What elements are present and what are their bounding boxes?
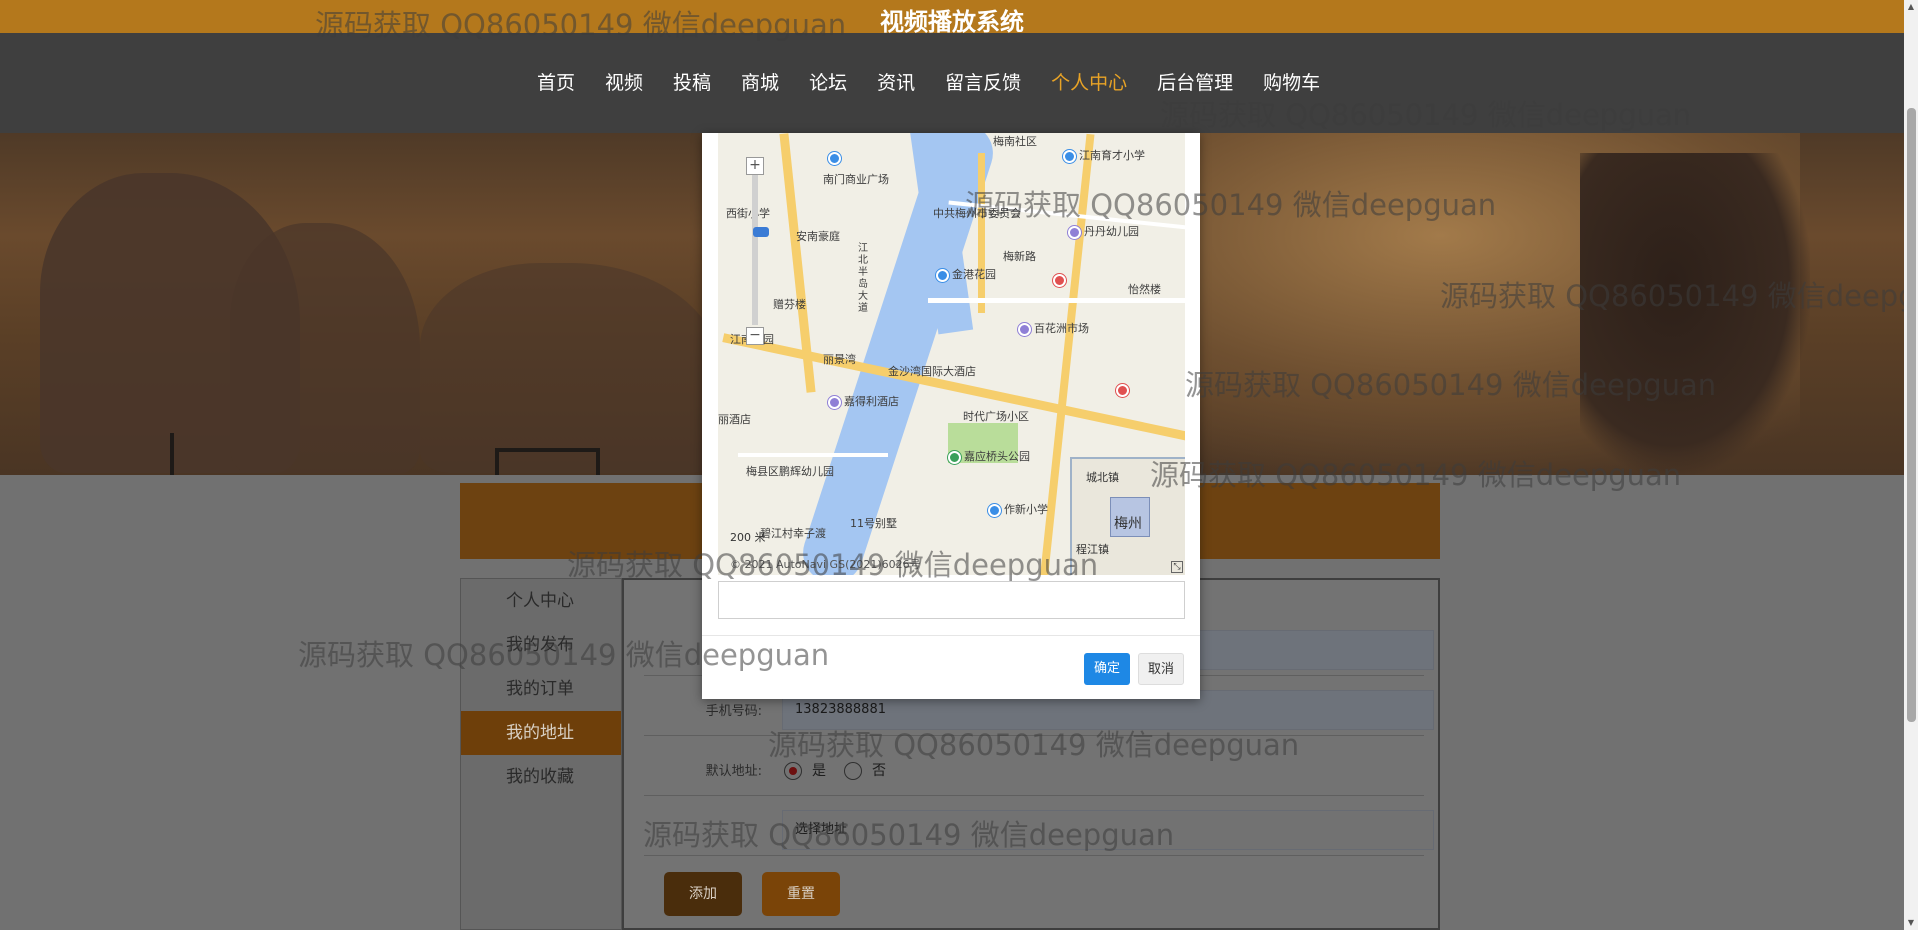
poi-label: 赠芬楼 [773, 298, 806, 311]
poi-marker-icon [828, 395, 841, 409]
modal-footer: 确定 取消 [702, 635, 1200, 699]
poi-marker-icon [1116, 383, 1129, 397]
poi-marker-icon [936, 268, 949, 282]
zoom-out-button[interactable]: − [746, 327, 764, 345]
poi-label: 丽酒店 [718, 413, 751, 426]
poi-label: 11号别墅 [850, 517, 897, 530]
form-row-default: 默认地址: 是 否 [644, 740, 1424, 796]
poi-label: 中共梅州市委员会 [933, 207, 1021, 220]
poi-label: 嘉得利酒店 [828, 393, 899, 409]
poi-label: 丹丹幼儿园 [1068, 223, 1139, 239]
poi-marker-icon [988, 503, 1001, 517]
poi-label: 碧江村幸子渡 [760, 527, 826, 540]
poi-label: 金沙湾国际大酒店 [888, 365, 976, 378]
tree-icon [948, 450, 961, 464]
zoom-slider-track[interactable] [752, 175, 769, 325]
poi-label [828, 151, 844, 165]
nav-item-mall[interactable]: 商城 [726, 68, 794, 95]
nav-item-forum[interactable]: 论坛 [794, 68, 862, 95]
poi-marker-icon [828, 151, 841, 165]
poi-label: 南门商业广场 [823, 173, 889, 186]
sidebar-item-my-favorites[interactable]: 我的收藏 [461, 755, 621, 799]
zoom-control: + − [746, 133, 769, 348]
zoom-slider-handle[interactable] [753, 227, 769, 237]
sidebar-item-my-orders[interactable]: 我的订单 [461, 667, 621, 711]
poi-label: 江南育才小学 [1063, 147, 1145, 163]
poi-label: 怡然楼 [1128, 283, 1161, 296]
zoom-in-button[interactable]: + [746, 157, 764, 175]
map-copyright: © 2021 AutoNavi GS(2021)6026号 [730, 558, 921, 571]
sidebar-item-profile[interactable]: 个人中心 [461, 579, 621, 623]
default-yes-label: 是 [812, 763, 826, 779]
sidebar-item-my-posts[interactable]: 我的发布 [461, 623, 621, 667]
address-field[interactable]: 选择地址 [782, 810, 1434, 850]
sidebar-item-my-address[interactable]: 我的地址 [461, 711, 621, 755]
add-button[interactable]: 添加 [664, 872, 742, 916]
poi-marker-icon [1053, 273, 1066, 287]
scrollbar-thumb[interactable] [1907, 108, 1916, 722]
poi-label: 金港花园 [936, 266, 996, 282]
default-no-label: 否 [872, 763, 886, 779]
poi-label: 丽景湾 [823, 353, 856, 366]
hero-figure [1580, 153, 1810, 475]
poi-marker-icon [1018, 322, 1031, 336]
reset-button[interactable]: 重置 [762, 872, 840, 916]
map-view[interactable]: 梅南社区 江南育才小学 南门商业广场 丹丹幼儿园 中共梅州市委员会 安南豪庭 梅… [718, 133, 1185, 575]
poi-label: 时代广场小区 [963, 410, 1029, 423]
poi-label: 作新小学 [988, 501, 1048, 517]
map-scale: 200 米 [730, 531, 766, 544]
scroll-down-icon[interactable]: ▼ [1904, 916, 1918, 930]
nav-item-submit[interactable]: 投稿 [658, 68, 726, 95]
poi-label: 嘉应桥头公园 [948, 448, 1030, 464]
poi-marker-icon [1068, 225, 1081, 239]
road-label: 江北半岛大道 [858, 243, 868, 314]
poi-label: 百花洲市场 [1018, 320, 1089, 336]
nav-item-home[interactable]: 首页 [522, 68, 590, 95]
title-bar: 视频播放系统 [0, 0, 1904, 36]
main-nav: 首页 视频 投稿 商城 论坛 资讯 留言反馈 个人中心 后台管理 购物车 [0, 33, 1904, 133]
map-picker-modal: 梅南社区 江南育才小学 南门商业广场 丹丹幼儿园 中共梅州市委员会 安南豪庭 梅… [702, 133, 1200, 699]
poi-label [1053, 273, 1069, 287]
nav-item-admin[interactable]: 后台管理 [1142, 68, 1248, 95]
phone-label: 手机号码: [705, 704, 762, 719]
overview-map[interactable]: 城北镇 梅州 程江镇 ⤡ [1070, 457, 1185, 575]
site-title: 视频播放系统 [880, 8, 1024, 36]
page-scrollbar[interactable]: ▲ ▼ [1904, 0, 1918, 930]
form-row-address: 选择地址 [644, 800, 1434, 856]
poi-label: 安南豪庭 [796, 230, 840, 243]
default-yes-radio[interactable] [784, 762, 802, 780]
overview-toggle-icon[interactable]: ⤡ [1171, 561, 1183, 573]
poi-label: 梅新路 [1003, 250, 1036, 263]
nav-item-video[interactable]: 视频 [590, 68, 658, 95]
poi-label: 梅南社区 [993, 135, 1037, 148]
overview-city-label: 梅州 [1114, 516, 1142, 532]
cancel-button[interactable]: 取消 [1138, 653, 1184, 685]
map-search-input[interactable] [718, 581, 1185, 619]
scroll-up-icon[interactable]: ▲ [1904, 0, 1918, 14]
nav-item-feedback[interactable]: 留言反馈 [930, 68, 1036, 95]
poi-label: 梅县区鹏辉幼儿园 [746, 465, 834, 478]
nav-item-cart[interactable]: 购物车 [1248, 68, 1335, 95]
default-no-radio[interactable] [844, 762, 862, 780]
profile-sidebar: 个人中心 我的发布 我的订单 我的地址 我的收藏 [460, 578, 622, 930]
nav-item-profile[interactable]: 个人中心 [1036, 68, 1142, 95]
overview-label: 城北镇 [1086, 471, 1119, 484]
confirm-button[interactable]: 确定 [1084, 653, 1130, 685]
poi-marker-icon [1063, 149, 1076, 163]
nav-item-news[interactable]: 资讯 [862, 68, 930, 95]
poi-label [1116, 383, 1132, 397]
default-address-label: 默认地址: [705, 764, 762, 779]
overview-label: 程江镇 [1076, 543, 1109, 556]
